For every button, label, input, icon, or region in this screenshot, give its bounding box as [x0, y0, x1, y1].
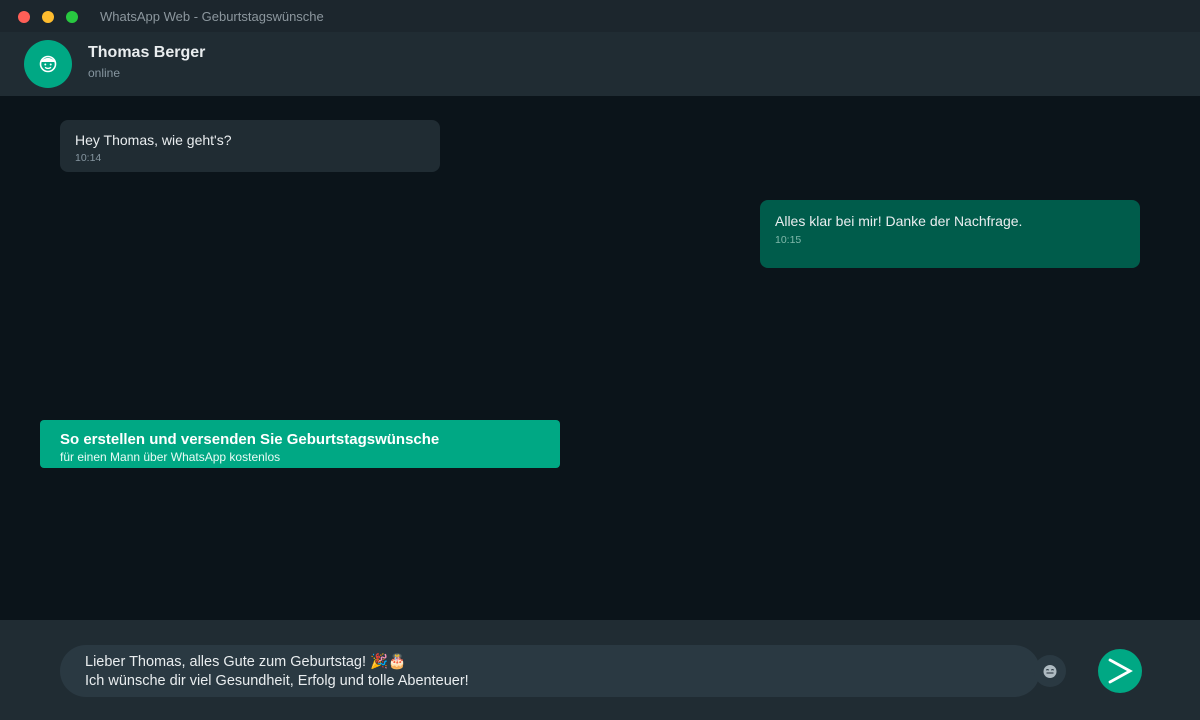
contact-name[interactable]: Thomas Berger [88, 44, 205, 62]
message-time: 10:14 [75, 152, 102, 164]
message-bubble-outgoing[interactable]: Alles klar bei mir! Danke der Nachfrage.… [760, 200, 1140, 268]
contact-status: online [88, 66, 121, 80]
message-time: 10:15 [775, 234, 802, 246]
message-input-line: Ich wünsche dir viel Gesundheit, Erfolg … [85, 673, 469, 689]
close-window-button[interactable] [18, 11, 30, 23]
message-composer: Lieber Thomas, alles Gute zum Geburtstag… [0, 620, 1200, 720]
avatar[interactable] [24, 40, 72, 88]
guide-banner[interactable]: So erstellen und versenden Sie Geburtsta… [40, 420, 560, 468]
chat-header[interactable]: Thomas Berger online [0, 32, 1200, 96]
message-bubble-incoming[interactable]: Hey Thomas, wie geht's? 10:14 [60, 120, 440, 172]
emoji-icon [1043, 665, 1057, 678]
message-text: Hey Thomas, wie geht's? [75, 132, 232, 148]
minimize-window-button[interactable] [42, 11, 54, 23]
title-bar: WhatsApp Web - Geburtstagswünsche [0, 0, 1200, 32]
maximize-window-button[interactable] [66, 11, 78, 23]
message-input[interactable]: Lieber Thomas, alles Gute zum Geburtstag… [60, 645, 1040, 697]
message-input-line: Lieber Thomas, alles Gute zum Geburtstag… [85, 654, 407, 670]
window-title: WhatsApp Web - Geburtstagswünsche [100, 9, 324, 24]
user-face-icon [39, 55, 57, 73]
app-window: WhatsApp Web - Geburtstagswünsche Thomas… [0, 0, 1200, 720]
banner-title: So erstellen und versenden Sie Geburtsta… [60, 431, 440, 448]
send-button[interactable] [1098, 649, 1142, 693]
send-icon [1108, 658, 1133, 684]
emoji-button[interactable] [1034, 655, 1066, 687]
message-text: Alles klar bei mir! Danke der Nachfrage. [775, 213, 1023, 229]
banner-subtitle: für einen Mann über WhatsApp kostenlos [60, 450, 281, 464]
